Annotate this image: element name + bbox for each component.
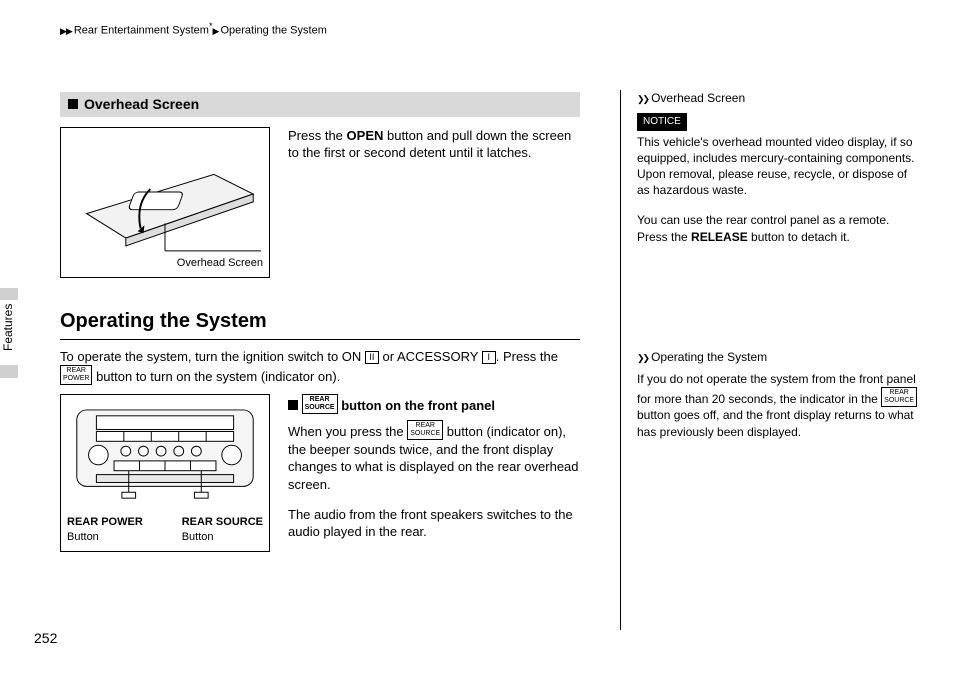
key-i-icon: I: [482, 351, 496, 364]
features-tab: Features: [0, 300, 28, 365]
rear-source-key-icon-2: REARSOURCE: [407, 420, 443, 440]
page-number: 252: [34, 629, 57, 648]
breadcrumb-arrow-2: ▶: [213, 26, 219, 36]
subheading-square-icon: [288, 400, 298, 410]
release-label: RELEASE: [691, 230, 748, 244]
heading-square-icon: [68, 99, 78, 109]
dbl-chevron-icon: ❯❯: [637, 94, 648, 104]
open-button-label: OPEN: [347, 128, 384, 143]
sidebar: ❯❯Overhead Screen NOTICE This vehicle's …: [620, 90, 920, 630]
overhead-para-pre: Press the: [288, 128, 347, 143]
front-panel-labels: REAR POWERButton REAR SOURCEButton: [67, 515, 263, 545]
breadcrumb: ▶▶Rear Entertainment System*▶Operating t…: [60, 20, 327, 39]
rear-power-key-icon: REARPOWER: [60, 365, 92, 385]
key-ii-icon: II: [365, 351, 379, 364]
intro-3: . Press the: [496, 349, 558, 364]
release-text: You can use the rear control panel as a …: [637, 212, 920, 244]
overhead-screen-illustration: [67, 134, 263, 254]
intro-2: or ACCESSORY: [379, 349, 482, 364]
sidebar-operating-text: If you do not operate the system from th…: [637, 371, 920, 440]
sidebar-heading-overhead: ❯❯Overhead Screen: [637, 90, 920, 106]
overhead-heading-text: Overhead Screen: [84, 96, 199, 112]
front-panel-illustration: [67, 401, 263, 511]
overhead-paragraph: Press the OPEN button and pull down the …: [288, 127, 580, 278]
notice-text: This vehicle's overhead mounted video di…: [637, 134, 920, 199]
overhead-figure-caption: Overhead Screen: [67, 256, 263, 271]
section-heading-overhead: Overhead Screen: [60, 92, 580, 117]
breadcrumb-asterisk: *: [209, 21, 213, 31]
rear-source-key-icon-3: REARSOURCE: [881, 387, 917, 407]
sidebar-heading-operating: ❯❯Operating the System: [637, 349, 920, 365]
subheading-text: button on the front panel: [338, 398, 495, 413]
notice-badge: NOTICE: [637, 113, 687, 131]
intro-4: button to turn on the system (indicator …: [92, 369, 340, 384]
front-panel-text: REARSOURCE button on the front panel Whe…: [288, 394, 580, 552]
rear-power-label: REAR POWERButton: [67, 515, 143, 545]
rear-source-label: REAR SOURCEButton: [182, 515, 263, 545]
operating-system-title: Operating the System: [60, 308, 580, 340]
figure-overhead-screen: Overhead Screen: [60, 127, 270, 278]
operating-intro: To operate the system, turn the ignition…: [60, 348, 580, 386]
rear-source-key-icon-1: REARSOURCE: [302, 394, 338, 414]
p2a: When you press the: [288, 424, 407, 439]
dbl-chevron-icon-2: ❯❯: [637, 353, 648, 363]
intro-1: To operate the system, turn the ignition…: [60, 349, 365, 364]
breadcrumb-arrow-1: ▶▶: [60, 26, 72, 36]
p3: The audio from the front speakers switch…: [288, 507, 573, 540]
breadcrumb-part2: Operating the System: [220, 25, 326, 37]
breadcrumb-part1: Rear Entertainment System: [74, 25, 209, 37]
figure-front-panel: REAR POWERButton REAR SOURCEButton: [60, 394, 270, 552]
